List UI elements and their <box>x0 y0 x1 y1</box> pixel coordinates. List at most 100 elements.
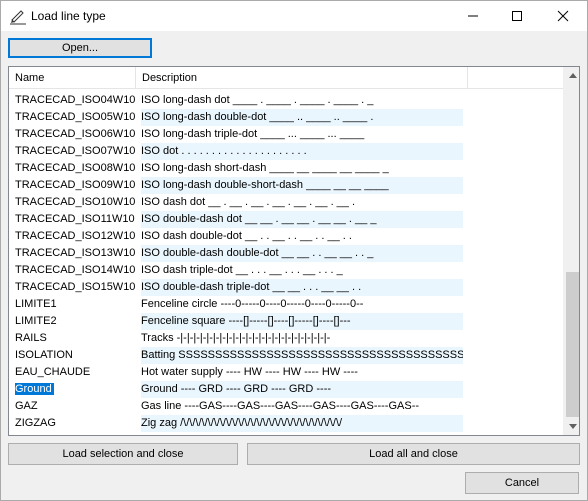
line-type-name: TRACECAD_ISO09W100 <box>15 177 135 194</box>
line-type-name: TRACECAD_ISO04W100 <box>15 92 135 109</box>
scroll-up-arrow-icon[interactable] <box>564 67 579 84</box>
list-item[interactable]: TRACECAD_ISO15W100 ISO double-dash triple… <box>9 279 565 296</box>
list-item[interactable]: Ground Ground ---- GRD ---- GRD ---- GRD … <box>9 381 565 398</box>
title-bar[interactable]: Load line type <box>1 1 587 31</box>
line-type-description: ISO dash dot __ . __ . __ . __ . __ . __… <box>141 196 356 208</box>
line-type-name-text: EAU_CHAUDE <box>15 366 91 378</box>
list-item[interactable]: RAILS Tracks -|-|-|-|-|-|-|-|-|-|-|-|-|-|… <box>9 330 565 347</box>
column-header-name[interactable]: Name <box>9 67 136 89</box>
line-type-name: TRACECAD_ISO14W100 <box>15 262 135 279</box>
list-item[interactable]: ZIGZAG Zig zag /\/\/\/\/\/\/\/\/\/\/\/\/\… <box>9 415 565 432</box>
list-item[interactable]: TRACECAD_ISO13W100 ISO double-dash double… <box>9 245 565 262</box>
list-item[interactable]: LIMITE2 Fenceline square ----[]-----[]---… <box>9 313 565 330</box>
list-item[interactable]: TRACECAD_ISO10W100 ISO dash dot __ . __ .… <box>9 194 565 211</box>
window-title: Load line type <box>31 9 106 23</box>
list-header: Name Description <box>9 67 565 89</box>
list-item[interactable]: TRACECAD_ISO12W100 ISO dash double-dot __… <box>9 228 565 245</box>
line-type-name-text: GAZ <box>15 400 38 412</box>
line-type-description: ISO double-dash triple-dot __ __ . . . _… <box>141 279 463 296</box>
line-type-name: TRACECAD_ISO15W100 <box>15 279 135 296</box>
line-type-name: TRACECAD_ISO11W100 <box>15 211 135 228</box>
load-line-type-dialog: Load line type Open... Name Description … <box>0 0 588 501</box>
line-type-description: ISO long-dash double-dot ____ .. ____ ..… <box>141 109 463 126</box>
line-type-name: TRACECAD_ISO07W100 <box>15 143 135 160</box>
line-type-description: Hot water supply ---- HW ---- HW ---- HW… <box>141 366 358 378</box>
close-button[interactable] <box>541 1 585 31</box>
line-type-name-text: RAILS <box>15 332 47 344</box>
list-item[interactable]: TRACECAD_ISO09W100 ISO long-dash double-s… <box>9 177 565 194</box>
line-type-description: ISO long-dash double-short-dash ____ __ … <box>141 177 463 194</box>
line-type-description: ISO double-dash double-dot __ __ . . __ … <box>141 245 463 262</box>
line-type-name: EAU_CHAUDE <box>15 364 135 381</box>
line-type-description: ISO dash double-dot __ . . __ . . __ . .… <box>141 230 352 242</box>
line-type-name: TRACECAD_ISO06W100 <box>15 126 135 143</box>
line-type-name: TRACECAD_ISO10W100 <box>15 194 135 211</box>
maximize-button[interactable] <box>495 1 539 31</box>
line-type-name: TRACECAD_ISO12W100 <box>15 228 135 245</box>
line-type-name-text: TRACECAD_ISO12W100 <box>15 230 135 242</box>
line-type-description: ISO long-dash triple-dot ____ ... ____ .… <box>141 128 365 140</box>
line-type-name: TRACECAD_ISO08W100 <box>15 160 135 177</box>
line-type-description: Fenceline square ----[]-----[]----[]----… <box>141 313 463 330</box>
line-type-description: ISO dot . . . . . . . . . . . . . . . . … <box>141 143 463 160</box>
line-type-name-text: LIMITE1 <box>15 298 57 310</box>
line-type-description: Zig zag /\/\/\/\/\/\/\/\/\/\/\/\/\/\/\/\… <box>141 415 463 432</box>
line-type-name-text: TRACECAD_ISO06W100 <box>15 128 135 140</box>
list-item[interactable]: TRACECAD_ISO04W100 ISO long-dash dot ____… <box>9 92 565 109</box>
pen-icon <box>9 7 27 25</box>
line-type-name: LIMITE1 <box>15 296 135 313</box>
list-item[interactable]: ISOLATION Batting SSSSSSSSSSSSSSSSSSSSSSS… <box>9 347 565 364</box>
list-item[interactable]: TRACECAD_ISO08W100 ISO long-dash short-da… <box>9 160 565 177</box>
line-type-description: Tracks -|-|-|-|-|-|-|-|-|-|-|-|-|-|-|-|-… <box>141 332 331 344</box>
list-item[interactable]: TRACECAD_ISO07W100 ISO dot . . . . . . . … <box>9 143 565 160</box>
line-type-list[interactable]: Name Description TRACECAD_ISO04W100 ISO l… <box>8 66 580 436</box>
scrollbar-thumb[interactable] <box>566 272 579 417</box>
list-item[interactable]: EAU_CHAUDE Hot water supply ---- HW ---- … <box>9 364 565 381</box>
cancel-button[interactable]: Cancel <box>465 472 579 494</box>
line-type-description: ISO dash triple-dot __ . . . __ . . . __… <box>141 264 343 276</box>
list-item[interactable]: TRACECAD_ISO14W100 ISO dash triple-dot __… <box>9 262 565 279</box>
line-type-description: Fenceline circle ----0-----0----0-----0-… <box>141 298 364 310</box>
line-type-name-text: TRACECAD_ISO14W100 <box>15 264 135 276</box>
load-selection-button[interactable]: Load selection and close <box>8 443 238 465</box>
open-button[interactable]: Open... <box>8 38 152 58</box>
line-type-name-text: ZIGZAG <box>15 417 56 429</box>
line-type-name-text: TRACECAD_ISO07W100 <box>15 145 135 157</box>
line-type-name: Ground <box>15 381 135 398</box>
line-type-name: RAILS <box>15 330 135 347</box>
list-item[interactable]: LIMITE1 Fenceline circle ----0-----0----0… <box>9 296 565 313</box>
line-type-name: GAZ <box>15 398 135 415</box>
vertical-scrollbar[interactable] <box>563 67 579 435</box>
line-type-name-text: TRACECAD_ISO11W100 <box>15 213 135 225</box>
line-type-description: ISO long-dash short-dash ____ __ ____ __… <box>141 162 389 174</box>
line-type-name-text: TRACECAD_ISO10W100 <box>15 196 135 208</box>
line-type-name-text: TRACECAD_ISO04W100 <box>15 94 135 106</box>
line-type-name: ISOLATION <box>15 347 135 364</box>
line-type-name-text: TRACECAD_ISO08W100 <box>15 162 135 174</box>
line-type-name-text: Ground <box>15 383 54 395</box>
minimize-button[interactable] <box>451 1 495 31</box>
list-rows: TRACECAD_ISO04W100 ISO long-dash dot ____… <box>9 92 565 432</box>
line-type-name-text: ISOLATION <box>15 349 73 361</box>
line-type-name: TRACECAD_ISO13W100 <box>15 245 135 262</box>
list-item[interactable]: TRACECAD_ISO05W100 ISO long-dash double-d… <box>9 109 565 126</box>
line-type-name-text: LIMITE2 <box>15 315 57 327</box>
scroll-down-arrow-icon[interactable] <box>564 418 579 435</box>
load-all-button[interactable]: Load all and close <box>247 443 580 465</box>
list-item[interactable]: GAZ Gas line ----GAS----GAS----GAS----GAS… <box>9 398 565 415</box>
column-header-description[interactable]: Description <box>136 67 468 89</box>
line-type-name-text: TRACECAD_ISO15W100 <box>15 281 135 293</box>
line-type-description: Ground ---- GRD ---- GRD ---- GRD ---- <box>141 381 463 398</box>
line-type-description: Batting SSSSSSSSSSSSSSSSSSSSSSSSSSSSSSSS… <box>141 347 463 364</box>
line-type-name-text: TRACECAD_ISO13W100 <box>15 247 135 259</box>
list-item[interactable]: TRACECAD_ISO11W100 ISO double-dash dot __… <box>9 211 565 228</box>
list-item[interactable]: TRACECAD_ISO06W100 ISO long-dash triple-d… <box>9 126 565 143</box>
line-type-name: LIMITE2 <box>15 313 135 330</box>
line-type-name-text: TRACECAD_ISO09W100 <box>15 179 135 191</box>
line-type-description: Gas line ----GAS----GAS----GAS----GAS---… <box>141 400 420 412</box>
line-type-description: ISO long-dash dot ____ . ____ . ____ . _… <box>141 94 374 106</box>
line-type-name: TRACECAD_ISO05W100 <box>15 109 135 126</box>
line-type-description: ISO double-dash dot __ __ . __ __ . __ _… <box>141 211 463 228</box>
line-type-name-text: TRACECAD_ISO05W100 <box>15 111 135 123</box>
line-type-name: ZIGZAG <box>15 415 135 432</box>
